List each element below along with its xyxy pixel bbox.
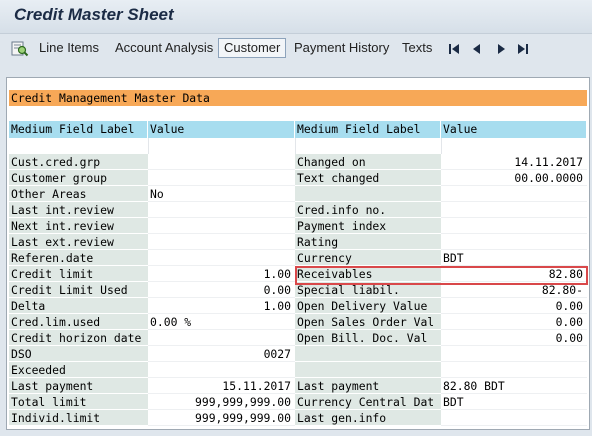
right-field-label: Changed on xyxy=(295,154,441,170)
right-field-value[interactable] xyxy=(441,234,587,250)
first-page-icon[interactable] xyxy=(448,42,460,56)
document-search-icon[interactable] xyxy=(11,40,29,58)
right-field-label: Payment index xyxy=(295,218,441,234)
left-field-label: Referen.date xyxy=(9,250,148,266)
left-field-label: Cred.lim.used xyxy=(9,314,148,330)
right-field-label: Last gen.info xyxy=(295,410,441,426)
left-field-value[interactable]: 1.00 xyxy=(148,298,295,314)
left-value-header: Value xyxy=(148,121,295,138)
left-field-value[interactable] xyxy=(148,330,295,346)
right-field-label xyxy=(295,362,441,378)
left-field-value[interactable]: 15.11.2017 xyxy=(148,378,295,394)
left-field-value[interactable] xyxy=(148,250,295,266)
section-banner: Credit Management Master Data xyxy=(9,90,587,106)
left-field-value[interactable]: 999,999,999.00 xyxy=(148,410,295,426)
right-field-value[interactable] xyxy=(441,218,587,234)
right-field-value[interactable] xyxy=(441,186,587,202)
right-field-value[interactable] xyxy=(441,362,587,378)
right-field-value[interactable]: 82.80 BDT xyxy=(441,378,587,394)
left-field-label: Last payment xyxy=(9,378,148,394)
left-field-label: Other Areas xyxy=(9,186,148,202)
left-field-label: Delta xyxy=(9,298,148,314)
receivables-highlight xyxy=(295,266,588,285)
left-field-value[interactable] xyxy=(148,218,295,234)
left-field-value[interactable]: 999,999,999.00 xyxy=(148,394,295,410)
left-field-label: Customer group xyxy=(9,170,148,186)
left-field-label: DSO xyxy=(9,346,148,362)
right-field-label: Last payment xyxy=(295,378,441,394)
last-page-icon[interactable] xyxy=(517,42,529,56)
texts-button[interactable]: Texts xyxy=(399,38,435,58)
next-page-icon[interactable] xyxy=(495,42,507,56)
previous-page-icon[interactable] xyxy=(471,42,483,56)
window-title: Credit Master Sheet xyxy=(14,5,174,24)
right-field-label: Text changed xyxy=(295,170,441,186)
right-field-value[interactable]: BDT xyxy=(441,250,587,266)
left-field-label: Last int.review xyxy=(9,202,148,218)
right-field-value[interactable] xyxy=(441,346,587,362)
left-field-label: Exceeded xyxy=(9,362,148,378)
right-field-label: Currency xyxy=(295,250,441,266)
right-field-label: Rating xyxy=(295,234,441,250)
right-field-value[interactable] xyxy=(441,202,587,218)
right-field-value[interactable]: 00.00.0000 xyxy=(441,170,587,186)
title-bar: Credit Master Sheet xyxy=(0,0,592,34)
customer-button[interactable]: Customer xyxy=(218,38,287,58)
account-analysis-button[interactable]: Account Analysis xyxy=(112,38,216,58)
left-field-value[interactable] xyxy=(148,170,295,186)
left-field-value[interactable] xyxy=(148,202,295,218)
right-field-label xyxy=(295,346,441,362)
left-field-label: Credit Limit Used xyxy=(9,282,148,298)
left-field-value[interactable] xyxy=(148,362,295,378)
right-field-label xyxy=(295,186,441,202)
right-field-label: Open Delivery Value xyxy=(295,298,441,314)
right-value-header: Value xyxy=(441,121,587,138)
left-field-value[interactable] xyxy=(148,234,295,250)
right-field-label: Cred.info no. xyxy=(295,202,441,218)
right-label-header: Medium Field Label xyxy=(295,121,441,138)
credit-master-panel: Credit Management Master Data Medium Fie… xyxy=(6,77,590,430)
left-field-value[interactable]: 0.00 % xyxy=(148,314,295,330)
right-field-label: Open Bill. Doc. Val xyxy=(295,330,441,346)
left-field-value[interactable]: No xyxy=(148,186,295,202)
left-field-value[interactable]: 1.00 xyxy=(148,266,295,282)
right-field-label: Currency Central Dat xyxy=(295,394,441,410)
right-field-value[interactable]: BDT xyxy=(441,394,587,410)
left-field-label: Cust.cred.grp xyxy=(9,154,148,170)
left-field-label: Last ext.review xyxy=(9,234,148,250)
payment-history-button[interactable]: Payment History xyxy=(291,38,392,58)
left-label-header: Medium Field Label xyxy=(9,121,148,138)
left-field-label: Individ.limit xyxy=(9,410,148,426)
right-field-value[interactable] xyxy=(441,410,587,426)
left-field-label: Next int.review xyxy=(9,218,148,234)
left-field-label: Credit limit xyxy=(9,266,148,282)
left-field-label: Total limit xyxy=(9,394,148,410)
line-items-button[interactable]: Line Items xyxy=(36,38,102,58)
right-field-value[interactable]: 0.00 xyxy=(441,330,587,346)
right-field-value[interactable]: 0.00 xyxy=(441,314,587,330)
left-field-value[interactable]: 0.00 xyxy=(148,282,295,298)
left-field-label: Credit horizon date xyxy=(9,330,148,346)
right-field-value[interactable]: 14.11.2017 xyxy=(441,154,587,170)
application-toolbar: Line Items Account Analysis Customer Pay… xyxy=(0,34,592,64)
left-field-value[interactable] xyxy=(148,154,295,170)
right-field-value[interactable]: 0.00 xyxy=(441,298,587,314)
right-field-label: Open Sales Order Val xyxy=(295,314,441,330)
left-field-value[interactable]: 0027 xyxy=(148,346,295,362)
